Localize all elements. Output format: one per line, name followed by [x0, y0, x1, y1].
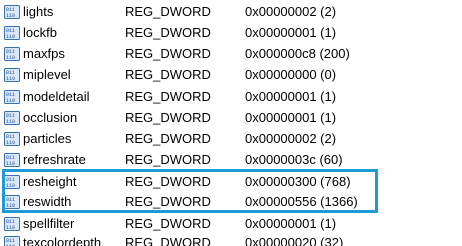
svg-text:110: 110: [6, 225, 15, 231]
registry-binary-value-icon: 011110: [4, 132, 20, 146]
value-data: 0x00000002 (2): [245, 4, 337, 19]
value-type: REG_DWORD: [125, 174, 211, 189]
svg-text:110: 110: [6, 55, 15, 61]
registry-value-list: 011 110 lights REG_DWORD 0x00000002 (2) 0…: [0, 0, 462, 246]
registry-binary-value-icon: 011110: [4, 5, 20, 19]
registry-binary-value-icon: 011110: [4, 111, 20, 125]
value-data: 0x00000300 (768): [245, 174, 351, 189]
value-data: 0x00000001 (1): [245, 89, 337, 104]
registry-value-row-texcolordepth[interactable]: 011110 texcolordepth REG_DWORD 0x0000002…: [0, 232, 462, 246]
registry-value-row-reswidth[interactable]: 011 110 reswidth REG_DWORD 0x00000556 (13…: [0, 191, 462, 213]
registry-binary-value-icon: 011110: [4, 26, 20, 40]
svg-text:110: 110: [6, 119, 15, 125]
svg-text:110: 110: [6, 34, 15, 40]
registry-binary-value-icon: 011110: [4, 236, 20, 246]
registry-binary-value-icon: 011110: [4, 90, 20, 104]
value-data: 0x00000556 (1366): [245, 194, 358, 209]
value-name-cell: 011110 texcolordepth: [4, 232, 116, 246]
value-name-cell: 011 110 reswidth: [4, 191, 116, 213]
value-data: 0x0000003c (60): [245, 152, 343, 167]
value-name-cell: 011 110 maxfps: [4, 43, 116, 65]
value-data: 0x00000001 (1): [245, 110, 337, 125]
svg-text:110: 110: [6, 203, 15, 209]
value-name: texcolordepth: [23, 235, 102, 246]
value-name: reswidth: [23, 194, 72, 209]
value-name: lights: [23, 4, 54, 19]
registry-binary-value-icon: 011110: [4, 217, 20, 231]
value-data: 0x00000020 (32): [245, 235, 344, 246]
svg-text:110: 110: [6, 98, 15, 104]
value-name-cell: 011 110 resheight: [4, 171, 116, 193]
value-name: occlusion: [23, 110, 78, 125]
value-name-cell: 011 110 miplevel: [4, 64, 116, 86]
svg-text:110: 110: [6, 140, 15, 146]
value-name-cell: 011 110 occlusion: [4, 107, 116, 129]
value-data: 0x00000002 (2): [245, 131, 337, 146]
value-type: REG_DWORD: [125, 25, 211, 40]
registry-value-row-maxfps[interactable]: 011 110 maxfps REG_DWORD 0x000000c8 (200): [0, 43, 462, 65]
value-name: maxfps: [23, 46, 65, 61]
value-type: REG_DWORD: [125, 4, 211, 19]
svg-text:110: 110: [6, 183, 15, 189]
registry-value-row-lockfb[interactable]: 011 110 lockfb REG_DWORD 0x00000001 (1): [0, 22, 462, 44]
value-type: REG_DWORD: [125, 131, 211, 146]
value-type: REG_DWORD: [125, 67, 211, 82]
value-name: miplevel: [23, 67, 71, 82]
value-name: modeldetail: [23, 89, 90, 104]
registry-value-row-lights[interactable]: 011 110 lights REG_DWORD 0x00000002 (2): [0, 1, 462, 23]
svg-text:110: 110: [6, 76, 15, 82]
value-name: resheight: [23, 174, 77, 189]
value-name-cell: 011 110 modeldetail: [4, 86, 116, 108]
value-type: REG_DWORD: [125, 110, 211, 125]
registry-value-row-particles[interactable]: 011 110 particles REG_DWORD 0x00000002 (2…: [0, 128, 462, 150]
value-data: 0x00000000 (0): [245, 67, 337, 82]
value-type: REG_DWORD: [125, 235, 211, 246]
value-type: REG_DWORD: [125, 46, 211, 61]
registry-value-row-miplevel[interactable]: 011 110 miplevel REG_DWORD 0x00000000 (0): [0, 64, 462, 86]
registry-value-row-resheight[interactable]: 011 110 resheight REG_DWORD 0x00000300 (7…: [0, 171, 462, 193]
value-name-cell: 011 110 particles: [4, 128, 116, 150]
value-type: REG_DWORD: [125, 194, 211, 209]
registry-binary-value-icon: 011110: [4, 153, 20, 167]
registry-binary-value-icon: 011110: [4, 175, 20, 189]
registry-value-row-modeldetail[interactable]: 011 110 modeldetail REG_DWORD 0x00000001 …: [0, 86, 462, 108]
value-name-cell: 011 110 lockfb: [4, 22, 116, 44]
value-name-cell: 011 110 lights: [4, 1, 116, 23]
value-data: 0x000000c8 (200): [245, 46, 350, 61]
value-name-cell: 011 110 refreshrate: [4, 149, 116, 171]
value-type: REG_DWORD: [125, 89, 211, 104]
value-name: refreshrate: [23, 152, 86, 167]
registry-binary-value-icon: 011110: [4, 195, 20, 209]
value-type: REG_DWORD: [125, 152, 211, 167]
value-name: lockfb: [23, 25, 57, 40]
registry-binary-value-icon: 011110: [4, 68, 20, 82]
svg-text:110: 110: [6, 161, 15, 167]
registry-binary-value-icon: 011110: [4, 47, 20, 61]
svg-text:110: 110: [6, 13, 15, 19]
registry-value-row-occlusion[interactable]: 011 110 occlusion REG_DWORD 0x00000001 (1…: [0, 107, 462, 129]
value-name: particles: [23, 131, 72, 146]
registry-value-row-refreshrate[interactable]: 011 110 refreshrate REG_DWORD 0x0000003c …: [0, 149, 462, 171]
value-data: 0x00000001 (1): [245, 25, 337, 40]
